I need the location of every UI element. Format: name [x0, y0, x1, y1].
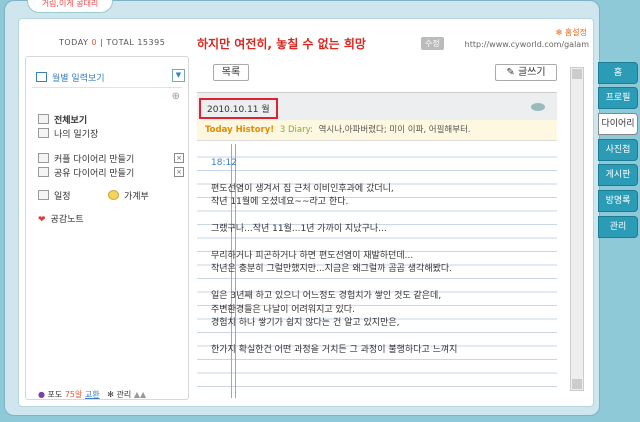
couple-diary-close-icon[interactable]: × [174, 153, 184, 163]
grapes-count: 75알 [64, 390, 83, 399]
today-label: TODAY [59, 38, 89, 47]
entry-line: 작년은 충분히 그럴만했지만...지금은 왜그럴까 곰곰 생각해봤다. [211, 264, 453, 274]
homepage-url[interactable]: http://www.cyworld.com/galam [465, 40, 589, 49]
edit-badge[interactable]: 수정 [421, 37, 444, 50]
heart-icon: ❤ [38, 215, 46, 225]
grape-icon: ● [38, 390, 45, 399]
shared-diary-close-icon[interactable]: × [174, 167, 184, 177]
shared-diary-icon [38, 167, 49, 177]
entry-line: 한가지 확실한건 어떤 과정을 거치든 그 과정이 불행하다고 느껴지 [211, 345, 458, 355]
diary-titles-link[interactable]: 역시나,아파버렸다; 미이 이파, 어필해부터. [319, 125, 471, 135]
coin-icon [108, 190, 119, 200]
entry-line: 편도선염이 생겨서 집 근처 이비인후과에 갔더니, [211, 184, 394, 194]
diary-count: 3 Diary: [279, 125, 313, 135]
sidebar-item-label: 공감노트 [50, 215, 84, 225]
sidebar-item-my-diary[interactable]: 나의 일기장 [38, 127, 98, 140]
sidebar-item-label: 가계부 [124, 192, 149, 202]
today-history: Today History! 3 Diary: 역시나,아파버렸다; 미이 이파… [197, 120, 557, 141]
today-history-label: Today History! [205, 125, 275, 135]
visitor-count: TODAY 0 | TOTAL 15395 [59, 38, 165, 47]
date-bar: 2010.10.11 월 [197, 92, 557, 121]
chevron-down-icon[interactable]: ▼ [172, 69, 185, 82]
sidebar-item-label: 일정 [54, 192, 71, 202]
sidebar-item-ledger[interactable]: 가계부 [108, 189, 149, 202]
manage-link[interactable]: 관리 [117, 390, 132, 399]
logo: 거림,이게 콩대리 [27, 0, 113, 13]
minihompy-frame: 거림,이게 콩대리 TODAY 0 | TOTAL 15395 하지만 여전히,… [4, 0, 600, 416]
tab-guestbook[interactable]: 방명록 [598, 190, 638, 212]
schedule-icon [38, 190, 49, 200]
divider [32, 87, 182, 88]
scroll-down-icon[interactable] [572, 379, 582, 389]
entry-time: 18:12 [211, 158, 237, 168]
sidebar-item-label: 나의 일기장 [54, 130, 99, 140]
total-label: TOTAL [106, 38, 135, 47]
header: TODAY 0 | TOTAL 15395 하지만 여전히, 놓칠 수 없는 희… [19, 19, 593, 53]
entry-line: 작년 11월에 오셨네요~~라고 한다. [211, 197, 349, 207]
sidebar-item-label: 전체보기 [54, 116, 88, 126]
grapes-status: ● 포도 75알 교환 ✻ 관리 ▲▲ [38, 389, 146, 400]
home-settings-link[interactable]: ✻ 홈설정 [556, 27, 587, 38]
couple-diary-icon [38, 153, 49, 163]
calendar-icon [36, 72, 47, 82]
sidebar-item-schedule[interactable]: 일정 [38, 189, 71, 202]
write-button[interactable]: ✎ 글쓰기 [495, 64, 557, 81]
separator: | [100, 38, 104, 47]
tab-admin[interactable]: 관리 [598, 216, 638, 238]
list-button[interactable]: 목록 [213, 64, 249, 81]
entry-line: 경험치 하나 쌓기가 쉽지 않다는 건 알고 있지만은, [211, 318, 400, 328]
total-value: 15395 [137, 38, 166, 47]
monthly-view-link[interactable]: 월별 일력보기 [36, 71, 105, 84]
sidebar-item-view-all[interactable]: 전체보기 [38, 113, 87, 126]
zoom-icon[interactable]: ⊕ [172, 91, 180, 102]
sidebar-item-couple-diary[interactable]: 커플 다이어리 만들기 [38, 152, 134, 165]
sidebar-item-label: 커플 다이어리 만들기 [54, 155, 135, 165]
entry-line: 일은 3년째 하고 있으니 어느정도 경험치가 쌓인 것도 같은데, [211, 291, 442, 301]
content-panel: TODAY 0 | TOTAL 15395 하지만 여전히, 놓칠 수 없는 희… [18, 18, 594, 407]
folder-icon [38, 114, 49, 124]
tab-diary[interactable]: 다이어리 [598, 113, 638, 135]
monthly-view-label: 월별 일력보기 [52, 74, 105, 84]
gear-icon: ✻ [107, 390, 114, 399]
entry-line: 주변환경들은 나날이 어려워지고 있다. [211, 305, 355, 315]
scrollbar[interactable] [570, 67, 584, 391]
charge-link[interactable]: 교환 [85, 390, 100, 399]
tab-profile[interactable]: 프로필 [598, 87, 638, 109]
sidebar-item-shared-diary[interactable]: 공유 다이어리 만들기 [38, 166, 134, 179]
tab-board[interactable]: 게시판 [598, 164, 638, 186]
page-title: 하지만 여전히, 놓칠 수 없는 희망 [197, 37, 366, 51]
entry-line: 그랬구나...작년 11월...1년 가까이 지났구나... [211, 224, 387, 234]
chevron-up-icon[interactable]: ▲▲ [134, 390, 146, 399]
sidebar-item-empathy-note[interactable]: ❤ 공감노트 [38, 212, 84, 225]
scroll-up-icon[interactable] [572, 69, 582, 79]
sidebar: 월별 일력보기 ▼ ⊕ 전체보기 나의 일기장 커플 다이어리 만들기 × 공유… [25, 56, 189, 400]
entry-line: 무리하거나 피곤하거나 하면 편도선염이 재발하던데... [211, 251, 414, 261]
sidebar-item-label: 공유 다이어리 만들기 [54, 169, 135, 179]
grapes-label: 포도 [47, 390, 63, 399]
diary-date: 2010.10.11 월 [199, 98, 278, 119]
diary-main: 목록 ✎ 글쓰기 2010.10.11 월 Today History! 3 D… [195, 56, 567, 398]
visibility-icon[interactable] [531, 103, 545, 111]
write-button-label: 글쓰기 [517, 67, 546, 78]
today-value: 0 [91, 38, 98, 47]
book-icon [38, 128, 49, 138]
pencil-icon: ✎ [506, 67, 518, 78]
diary-entry: 18:12 편도선염이 생겨서 집 근처 이비인후과에 갔더니, 작년 11월에… [197, 144, 557, 398]
tab-photos[interactable]: 사진첩 [598, 139, 638, 161]
tab-home[interactable]: 홈 [598, 62, 638, 84]
